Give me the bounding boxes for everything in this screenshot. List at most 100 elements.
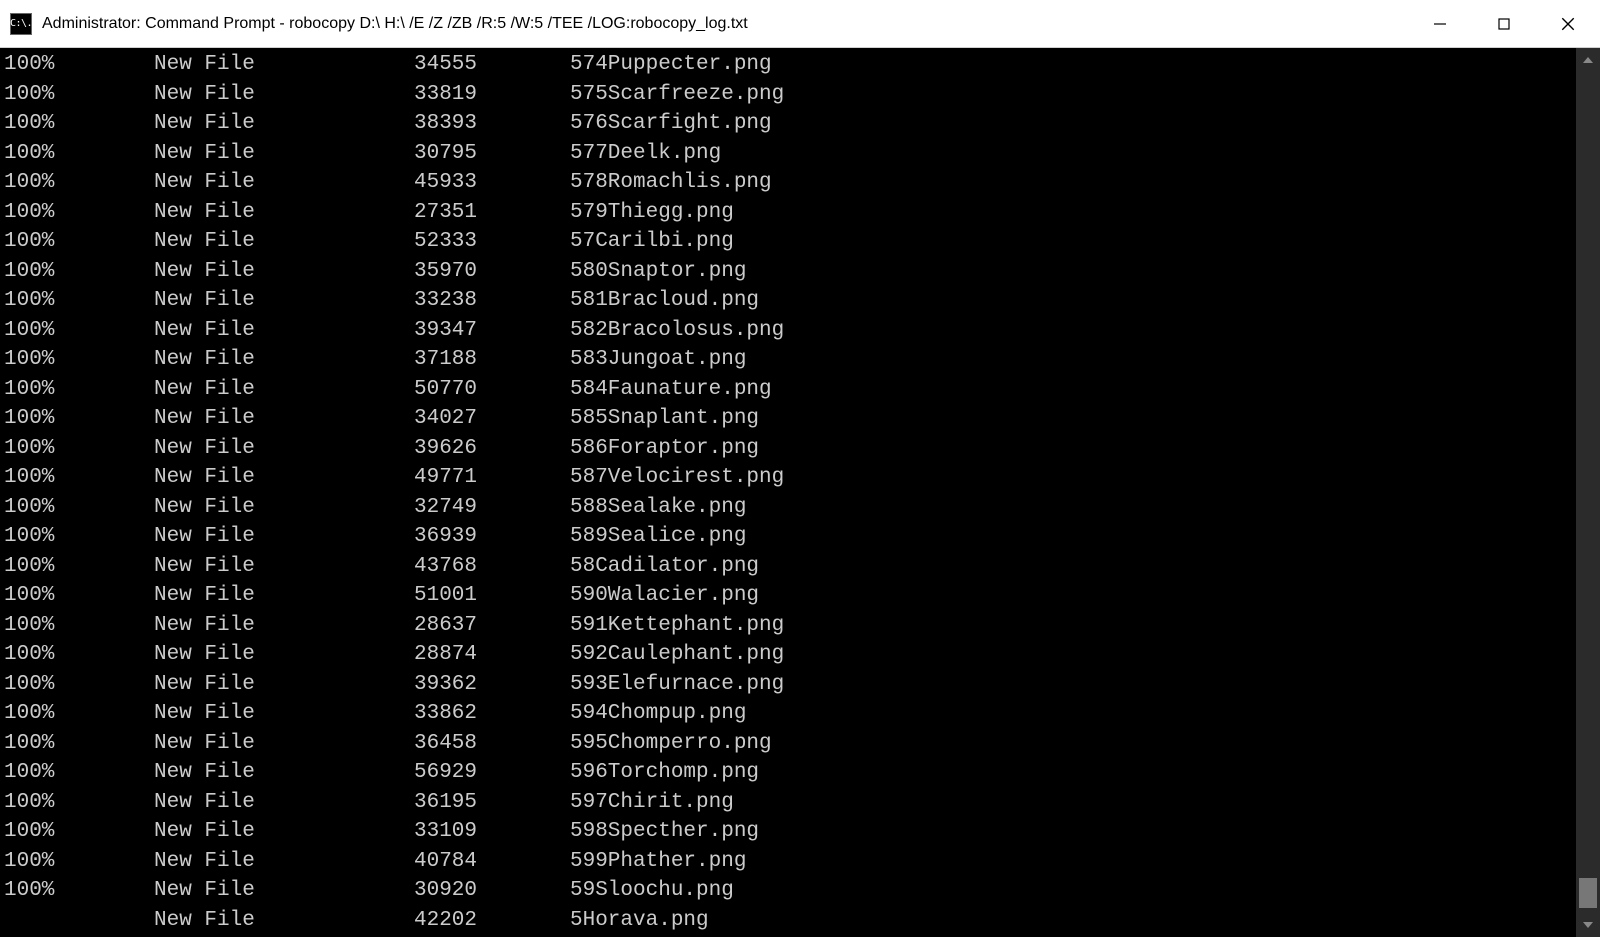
scrollbar[interactable] — [1576, 48, 1600, 937]
file-size: 43768 — [414, 552, 570, 582]
progress-percent: 100% — [4, 581, 154, 611]
file-size: 40784 — [414, 847, 570, 877]
file-status: New File — [154, 876, 414, 906]
output-row: 100%New File36939589Sealice.png — [4, 522, 1576, 552]
file-size: 36195 — [414, 788, 570, 818]
file-size: 37188 — [414, 345, 570, 375]
maximize-icon — [1497, 17, 1511, 31]
file-status: New File — [154, 404, 414, 434]
file-name: 596Torchomp.png — [570, 758, 759, 788]
file-size: 35970 — [414, 257, 570, 287]
output-row: 100%New File49771587Velocirest.png — [4, 463, 1576, 493]
file-size: 39626 — [414, 434, 570, 464]
file-name: 595Chomperro.png — [570, 729, 772, 759]
file-size: 34027 — [414, 404, 570, 434]
progress-percent: 100% — [4, 316, 154, 346]
file-name: 5Horava.png — [570, 906, 709, 936]
file-status: New File — [154, 463, 414, 493]
file-status: New File — [154, 847, 414, 877]
cmd-icon: C:\. — [10, 13, 32, 35]
window-title: Administrator: Command Prompt - robocopy… — [42, 15, 1408, 33]
file-name: 577Deelk.png — [570, 139, 721, 169]
file-size: 30795 — [414, 139, 570, 169]
progress-percent: 100% — [4, 139, 154, 169]
file-size: 28637 — [414, 611, 570, 641]
minimize-button[interactable] — [1408, 0, 1472, 47]
file-status: New File — [154, 611, 414, 641]
minimize-icon — [1433, 17, 1447, 31]
progress-percent: 100% — [4, 434, 154, 464]
scroll-down-arrow[interactable] — [1576, 913, 1600, 937]
progress-percent: 100% — [4, 758, 154, 788]
file-status: New File — [154, 493, 414, 523]
progress-percent: 100% — [4, 640, 154, 670]
file-status: New File — [154, 168, 414, 198]
file-status: New File — [154, 906, 414, 936]
file-name: 581Bracloud.png — [570, 286, 759, 316]
file-name: 590Walacier.png — [570, 581, 759, 611]
output-row: 100%New File39362593Elefurnace.png — [4, 670, 1576, 700]
scrollbar-thumb[interactable] — [1579, 878, 1597, 908]
file-size: 49771 — [414, 463, 570, 493]
progress-percent: 100% — [4, 522, 154, 552]
file-size: 39362 — [414, 670, 570, 700]
output-row: 100%New File4376858Cadilator.png — [4, 552, 1576, 582]
file-size: 34555 — [414, 50, 570, 80]
output-row: 100%New File34027585Snaplant.png — [4, 404, 1576, 434]
titlebar[interactable]: C:\. Administrator: Command Prompt - rob… — [0, 0, 1600, 48]
file-name: 599Phather.png — [570, 847, 746, 877]
file-name: 588Sealake.png — [570, 493, 746, 523]
file-status: New File — [154, 640, 414, 670]
output-row: 100%New File38393576Scarfight.png — [4, 109, 1576, 139]
output-row: 100%New File33238581Bracloud.png — [4, 286, 1576, 316]
file-status: New File — [154, 286, 414, 316]
progress-percent: 100% — [4, 729, 154, 759]
output-row: 100%New File33109598Specther.png — [4, 817, 1576, 847]
progress-percent: 100% — [4, 788, 154, 818]
file-status: New File — [154, 80, 414, 110]
progress-percent: 100% — [4, 463, 154, 493]
file-name: 594Chompup.png — [570, 699, 746, 729]
output-row: 100%New File27351579Thiegg.png — [4, 198, 1576, 228]
file-name: 580Snaptor.png — [570, 257, 746, 287]
output-row: 100%New File33862594Chompup.png — [4, 699, 1576, 729]
file-name: 586Foraptor.png — [570, 434, 759, 464]
output-row: 100%New File39347582Bracolosus.png — [4, 316, 1576, 346]
file-size: 28874 — [414, 640, 570, 670]
file-status: New File — [154, 316, 414, 346]
file-status: New File — [154, 817, 414, 847]
file-name: 579Thiegg.png — [570, 198, 734, 228]
file-status: New File — [154, 758, 414, 788]
maximize-button[interactable] — [1472, 0, 1536, 47]
terminal-output[interactable]: 100%New File34555574Puppecter.png100%New… — [0, 48, 1576, 937]
file-status: New File — [154, 345, 414, 375]
chevron-down-icon — [1583, 922, 1593, 928]
output-row: 100%New File28874592Caulephant.png — [4, 640, 1576, 670]
file-size: 33819 — [414, 80, 570, 110]
file-name: 578Romachlis.png — [570, 168, 772, 198]
progress-percent: 100% — [4, 50, 154, 80]
progress-percent: 100% — [4, 286, 154, 316]
progress-percent: 100% — [4, 670, 154, 700]
file-size: 52333 — [414, 227, 570, 257]
progress-percent: 100% — [4, 375, 154, 405]
progress-percent: 100% — [4, 109, 154, 139]
file-status: New File — [154, 522, 414, 552]
file-status: New File — [154, 109, 414, 139]
file-name: 583Jungoat.png — [570, 345, 746, 375]
close-icon — [1560, 16, 1576, 32]
progress-percent: 100% — [4, 227, 154, 257]
progress-percent: 100% — [4, 257, 154, 287]
file-name: 589Sealice.png — [570, 522, 746, 552]
output-row: 100%New File37188583Jungoat.png — [4, 345, 1576, 375]
close-button[interactable] — [1536, 0, 1600, 47]
output-row: 100%New File56929596Torchomp.png — [4, 758, 1576, 788]
file-status: New File — [154, 729, 414, 759]
file-size: 56929 — [414, 758, 570, 788]
scroll-up-arrow[interactable] — [1576, 48, 1600, 72]
file-size: 33109 — [414, 817, 570, 847]
output-row: 100%New File36195597Chirit.png — [4, 788, 1576, 818]
progress-percent: 100% — [4, 80, 154, 110]
file-size: 50770 — [414, 375, 570, 405]
command-prompt-window: C:\. Administrator: Command Prompt - rob… — [0, 0, 1600, 937]
